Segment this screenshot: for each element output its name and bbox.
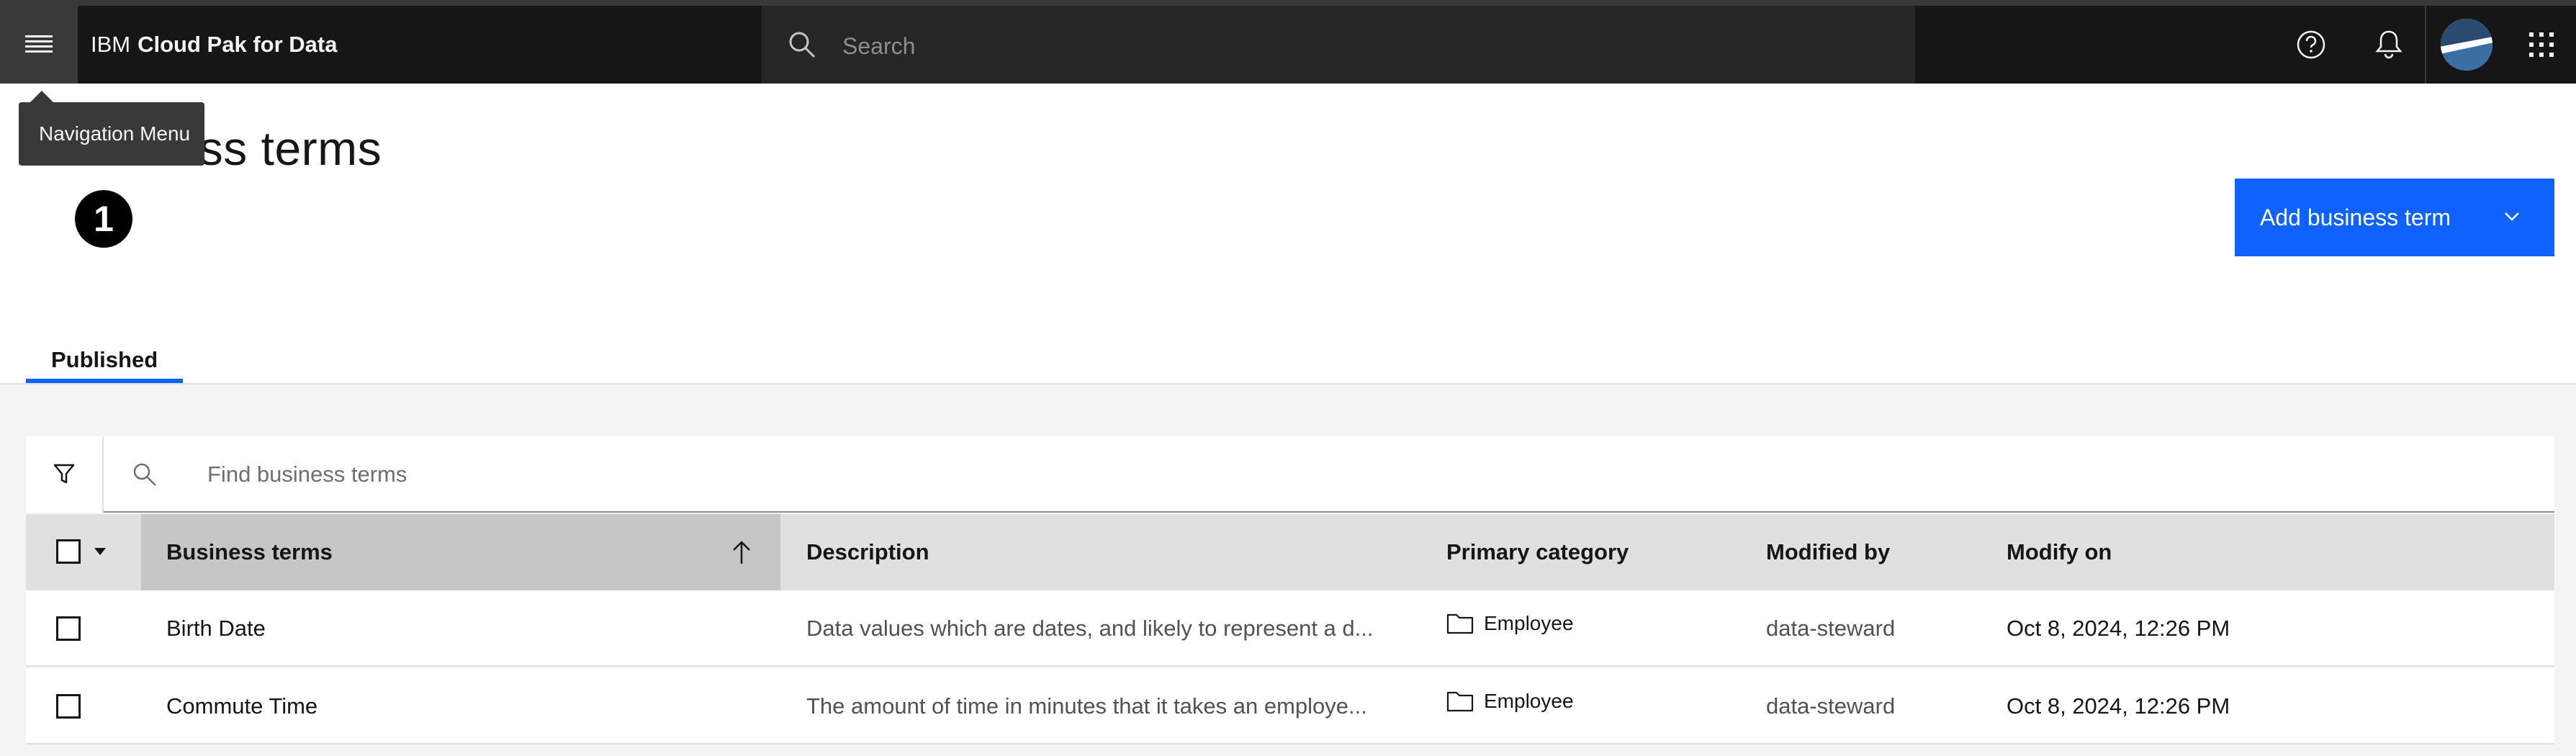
search-icon [789,32,816,58]
column-header-label: Modify on [2007,539,2112,564]
sort-arrow-up-icon [733,541,750,564]
column-header-label: Description [806,539,929,564]
table-header: Business terms Description Primary categ… [26,514,2554,590]
filter-button[interactable] [26,436,104,513]
column-header-description[interactable]: Description [806,514,1440,590]
column-header-label: Modified by [1766,539,1891,564]
column-header-label: Primary category [1446,539,1629,564]
global-search-input[interactable]: Search [762,6,1915,84]
table-row[interactable]: Commute Time The amount of time in minut… [26,668,2554,744]
help-icon [2297,30,2325,59]
user-avatar-button[interactable] [2428,6,2505,84]
folder-icon [1446,691,1474,712]
column-header-label: Business terms [166,539,333,564]
row-checkbox[interactable] [56,694,81,719]
filter-icon [53,464,75,484]
tooltip-text: Navigation Menu [39,122,191,145]
select-all-checkbox[interactable] [56,539,81,564]
column-header-modify-on[interactable]: Modify on [2007,514,2294,590]
navigation-menu-button[interactable] [0,6,78,84]
add-business-term-button[interactable]: Add business term [2235,179,2554,256]
modified-by: data-steward [1766,693,1896,719]
term-name-link[interactable]: Birth Date [166,616,266,642]
column-header-business-terms[interactable]: Business terms [141,514,780,590]
column-header-modified-by[interactable]: Modified by [1766,514,1996,590]
tab-label: Published [51,347,158,372]
table-row[interactable]: Birth Date Data values which are dates, … [26,590,2554,667]
app-switcher-button[interactable] [2503,6,2576,84]
header-divider [2425,6,2426,84]
notifications-button[interactable] [2350,6,2428,84]
find-business-terms-input[interactable]: Find business terms [104,436,2554,513]
modified-on: Oct 8, 2024, 12:26 PM [2007,693,2230,719]
avatar [2441,19,2492,71]
modified-on: Oct 8, 2024, 12:26 PM [2007,616,2230,641]
modified-by: data-steward [1766,616,1896,641]
table-toolbar: Find business terms [26,436,2554,513]
add-button-label: Add business term [2260,204,2451,230]
menu-icon [25,35,53,53]
term-name-link[interactable]: Commute Time [166,693,318,719]
category-name: Employee [1484,612,1574,634]
category-name: Employee [1484,690,1574,712]
global-header: IBM Cloud Pak for Data Search [0,6,2576,84]
product-name[interactable]: IBM Cloud Pak for Data [91,6,337,84]
term-description: Data values which are dates, and likely … [806,616,1374,641]
tooltip-caret [30,91,53,102]
help-button[interactable] [2272,6,2350,84]
caret-down-icon[interactable] [94,547,107,556]
term-description: The amount of time in minutes that it ta… [806,693,1367,719]
chevron-down-icon [2505,212,2519,221]
search-icon [133,463,156,486]
top-border [0,0,2576,6]
column-header-primary-category[interactable]: Primary category [1446,514,1749,590]
brand-product: Cloud Pak for Data [138,32,338,57]
app-switcher-icon [2529,32,2554,57]
search-placeholder: Search [842,33,916,59]
find-placeholder: Find business terms [207,462,407,487]
brand-prefix: IBM [91,32,131,57]
primary-category: Employee [1446,612,1574,635]
primary-category: Employee [1446,690,1574,713]
navigation-menu-tooltip: Navigation Menu [19,102,204,166]
step-number-badge: 1 [75,190,132,248]
tab-published[interactable]: Published [26,341,183,383]
folder-icon [1446,613,1474,634]
notification-bell-icon [2375,30,2402,59]
row-checkbox[interactable] [56,616,81,641]
